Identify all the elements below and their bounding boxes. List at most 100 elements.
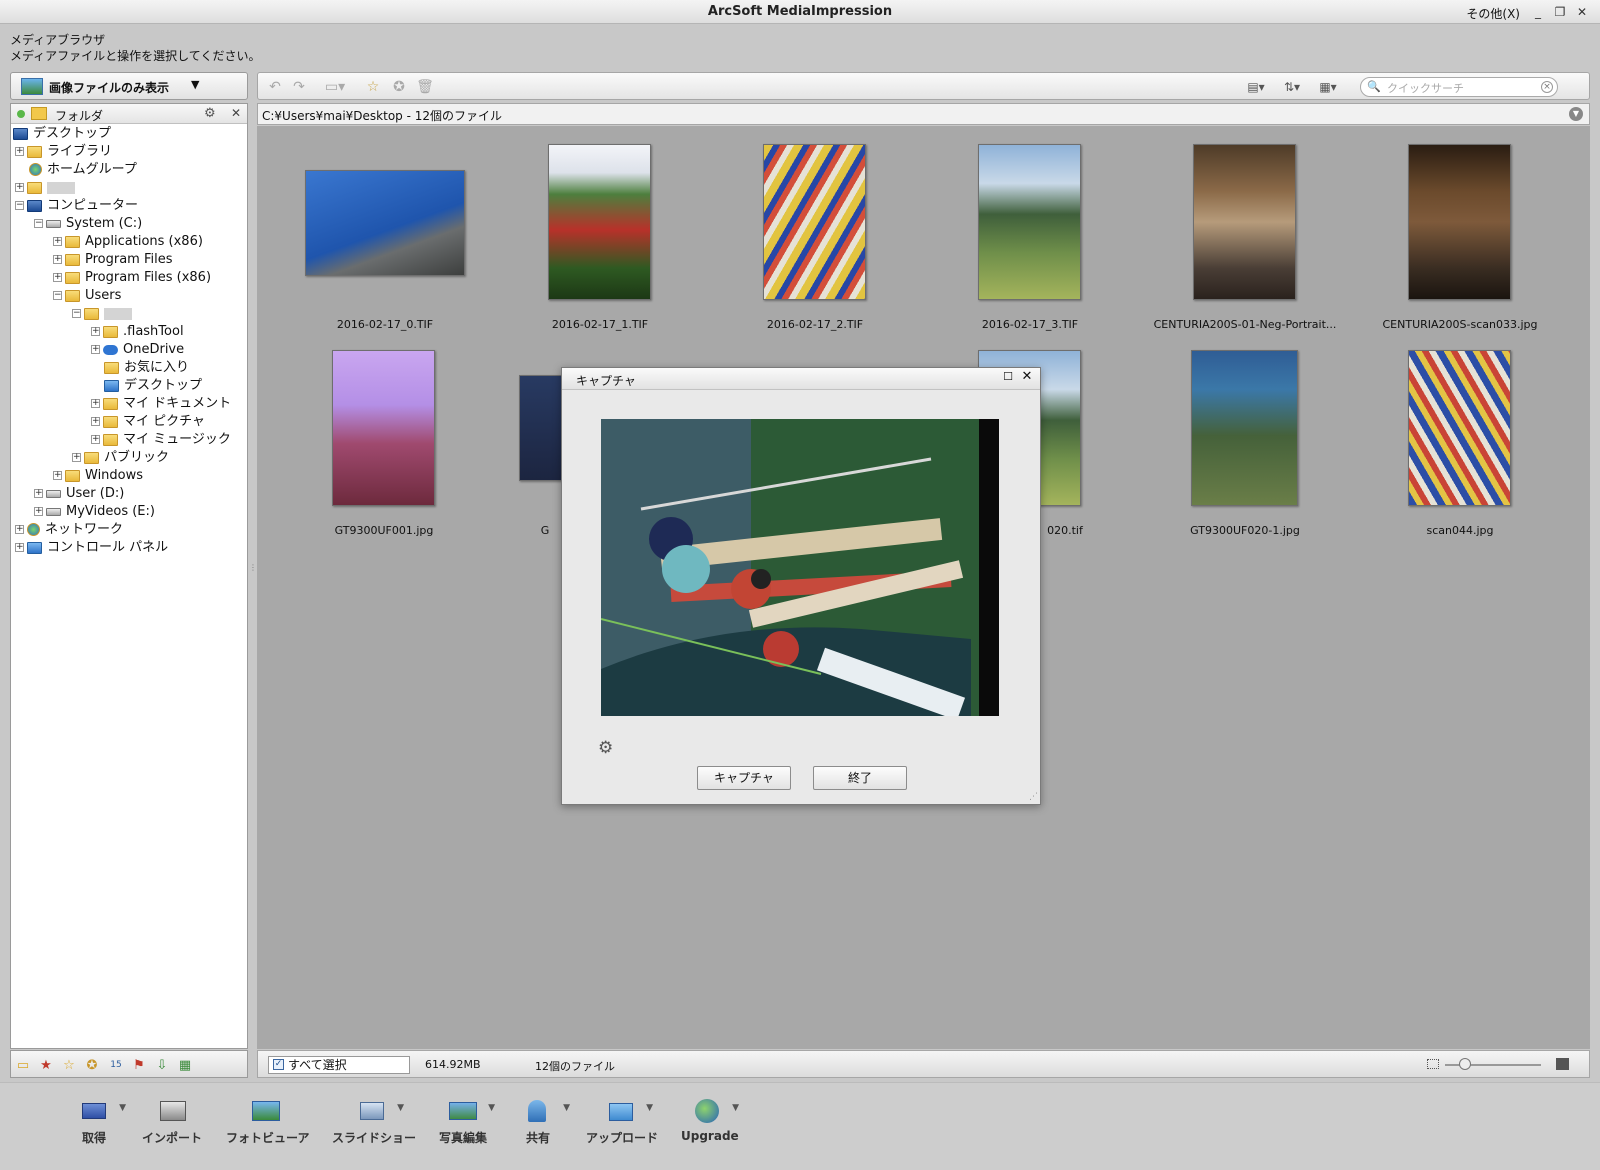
expand-icon[interactable]: + [91, 399, 100, 408]
close-panel-icon[interactable]: ✕ [231, 106, 241, 120]
collapse-icon[interactable]: − [72, 309, 81, 318]
photo-building-dark [1408, 144, 1511, 300]
tree-item-program-files[interactable]: + Program Files [53, 251, 173, 269]
tree-item-desktop-sub[interactable]: デスクトップ [104, 377, 202, 395]
expand-icon[interactable]: + [91, 345, 100, 354]
favorites-view-icon[interactable]: ★ [37, 1056, 55, 1073]
tree-item-windows[interactable]: + Windows [53, 467, 143, 485]
window-title: ArcSoft MediaImpression [707, 4, 893, 19]
small-thumbnails-icon[interactable] [1427, 1059, 1439, 1069]
tree-item-system-c[interactable]: − System (C:) [34, 215, 142, 233]
quick-search[interactable]: 🔍 クイックサーチ × [1360, 77, 1558, 97]
view-mode-icon[interactable]: ▤▾ [1242, 78, 1270, 96]
expand-icon[interactable]: + [15, 147, 24, 156]
tree-item-my-pictures[interactable]: + マイ ピクチャ [91, 413, 205, 431]
status-dot-icon [17, 110, 25, 118]
tree-item-onedrive[interactable]: + OneDrive [91, 341, 184, 359]
image-icon [21, 78, 43, 95]
large-thumbnails-icon[interactable] [1556, 1058, 1569, 1070]
upload-button[interactable]: ▼ アップロード [586, 1097, 658, 1146]
tree-item-computer[interactable]: − コンピューター [15, 197, 138, 215]
download-icon[interactable]: ⇩ [153, 1056, 171, 1073]
tree-item-network[interactable]: + ネットワーク [15, 521, 123, 539]
rating-view-icon[interactable]: ✪ [83, 1056, 101, 1073]
tree-item-myvideos-e[interactable]: + MyVideos (E:) [34, 503, 155, 521]
photo-viewer-button[interactable]: フォトビューア [226, 1097, 310, 1146]
other-menu[interactable]: その他(X) [1466, 5, 1520, 22]
tree-item-user-home[interactable]: − [72, 305, 132, 323]
collapse-icon[interactable]: − [15, 201, 24, 210]
star-view-icon[interactable]: ☆ [60, 1056, 78, 1073]
expand-icon[interactable]: + [15, 543, 24, 552]
close-icon[interactable]: ✕ [1020, 370, 1034, 384]
tree-item-user[interactable]: + [15, 179, 75, 197]
tree-item-library[interactable]: + ライブラリ [15, 143, 112, 161]
expand-icon[interactable]: + [34, 489, 43, 498]
expand-icon[interactable]: + [15, 525, 24, 534]
expand-icon[interactable]: + [53, 237, 62, 246]
minimize-button[interactable]: _ [1528, 3, 1548, 21]
grid-view-icon[interactable]: ▦ [176, 1056, 194, 1073]
close-window-button[interactable]: ✕ [1572, 3, 1592, 21]
expand-icon[interactable]: + [53, 255, 62, 264]
tree-item-program-files-x86[interactable]: + Program Files (x86) [53, 269, 211, 287]
clear-search-icon[interactable]: × [1541, 81, 1553, 93]
flag-icon[interactable]: ⚑ [130, 1056, 148, 1073]
zoom-slider-handle[interactable] [1459, 1058, 1471, 1070]
rotate-left-icon[interactable]: ↶ [266, 78, 284, 96]
collapse-icon[interactable]: − [53, 291, 62, 300]
filter-label: 画像ファイルのみ表示 [49, 81, 170, 95]
resize-grip-icon[interactable]: ⋰ [1029, 792, 1038, 802]
tree-item-applications[interactable]: + Applications (x86) [53, 233, 203, 251]
expand-icon[interactable]: + [15, 183, 24, 192]
star-icon[interactable]: ☆ [364, 78, 382, 96]
panel-splitter[interactable]: ⋮ [249, 564, 257, 585]
screen-dropdown-icon[interactable]: ▭▾ [320, 78, 350, 96]
capture-button[interactable]: キャプチャ [697, 766, 791, 790]
tree-item-user-d[interactable]: + User (D:) [34, 485, 124, 503]
expand-icon[interactable]: + [91, 435, 100, 444]
photo-ferris-wheel [332, 350, 435, 506]
rating-icon[interactable]: ✪ [390, 78, 408, 96]
expand-icon[interactable]: + [53, 273, 62, 282]
path-dropdown-icon[interactable]: ▼ [1569, 107, 1583, 121]
tree-item-users[interactable]: − Users [53, 287, 121, 305]
trash-icon[interactable]: 🗑 [416, 78, 434, 96]
exit-button[interactable]: 終了 [813, 766, 907, 790]
maximize-icon[interactable]: ☐ [1002, 371, 1014, 383]
slideshow-button[interactable]: ▼ スライドショー [332, 1097, 416, 1146]
expand-icon[interactable]: + [53, 471, 62, 480]
settings-icon[interactable]: ⚙ [598, 738, 613, 758]
rotate-right-icon[interactable]: ↷ [290, 78, 308, 96]
tree-item-my-music[interactable]: + マイ ミュージック [91, 431, 231, 449]
gear-icon[interactable]: ⚙ [204, 106, 216, 121]
tree-item-favorites[interactable]: お気に入り [104, 359, 189, 377]
acquire-button[interactable]: ▼ 取得 [72, 1097, 126, 1146]
import-button[interactable]: インポート [142, 1097, 202, 1146]
photo-pattern-2 [1408, 350, 1511, 506]
tree-item-desktop[interactable]: デスクトップ [13, 125, 111, 143]
calendar-icon[interactable]: 15 [107, 1056, 125, 1073]
photo-edit-button[interactable]: ▼ 写真編集 [433, 1097, 495, 1146]
tree-item-public[interactable]: + パブリック [72, 449, 169, 467]
expand-icon[interactable]: + [91, 417, 100, 426]
photo-building-night [1193, 144, 1296, 300]
expand-icon[interactable]: + [91, 327, 100, 336]
tree-item-my-documents[interactable]: + マイ ドキュメント [91, 395, 231, 413]
restore-button[interactable]: ❐ [1550, 3, 1570, 21]
select-all-checkbox[interactable]: ✓ すべて選択 [268, 1056, 410, 1074]
collapse-icon[interactable]: − [34, 219, 43, 228]
expand-icon[interactable]: + [34, 507, 43, 516]
folder-icon [65, 235, 80, 248]
folder-view-icon[interactable]: ▭ [14, 1056, 32, 1073]
tree-item-homegroup[interactable]: ホームグループ [29, 161, 137, 179]
tree-item-flashtool[interactable]: + .flashTool [91, 323, 184, 341]
image-filter-dropdown[interactable]: 画像ファイルのみ表示 ▼ [10, 72, 248, 100]
drive-icon [46, 489, 61, 498]
tree-item-control-panel[interactable]: + コントロール パネル [15, 539, 168, 557]
share-button[interactable]: ▼ 共有 [518, 1097, 570, 1146]
expand-icon[interactable]: + [72, 453, 81, 462]
grid-size-icon[interactable]: ▦▾ [1314, 78, 1342, 96]
upgrade-button[interactable]: ▼ Upgrade [681, 1097, 739, 1143]
sort-icon[interactable]: ⇅▾ [1278, 78, 1306, 96]
